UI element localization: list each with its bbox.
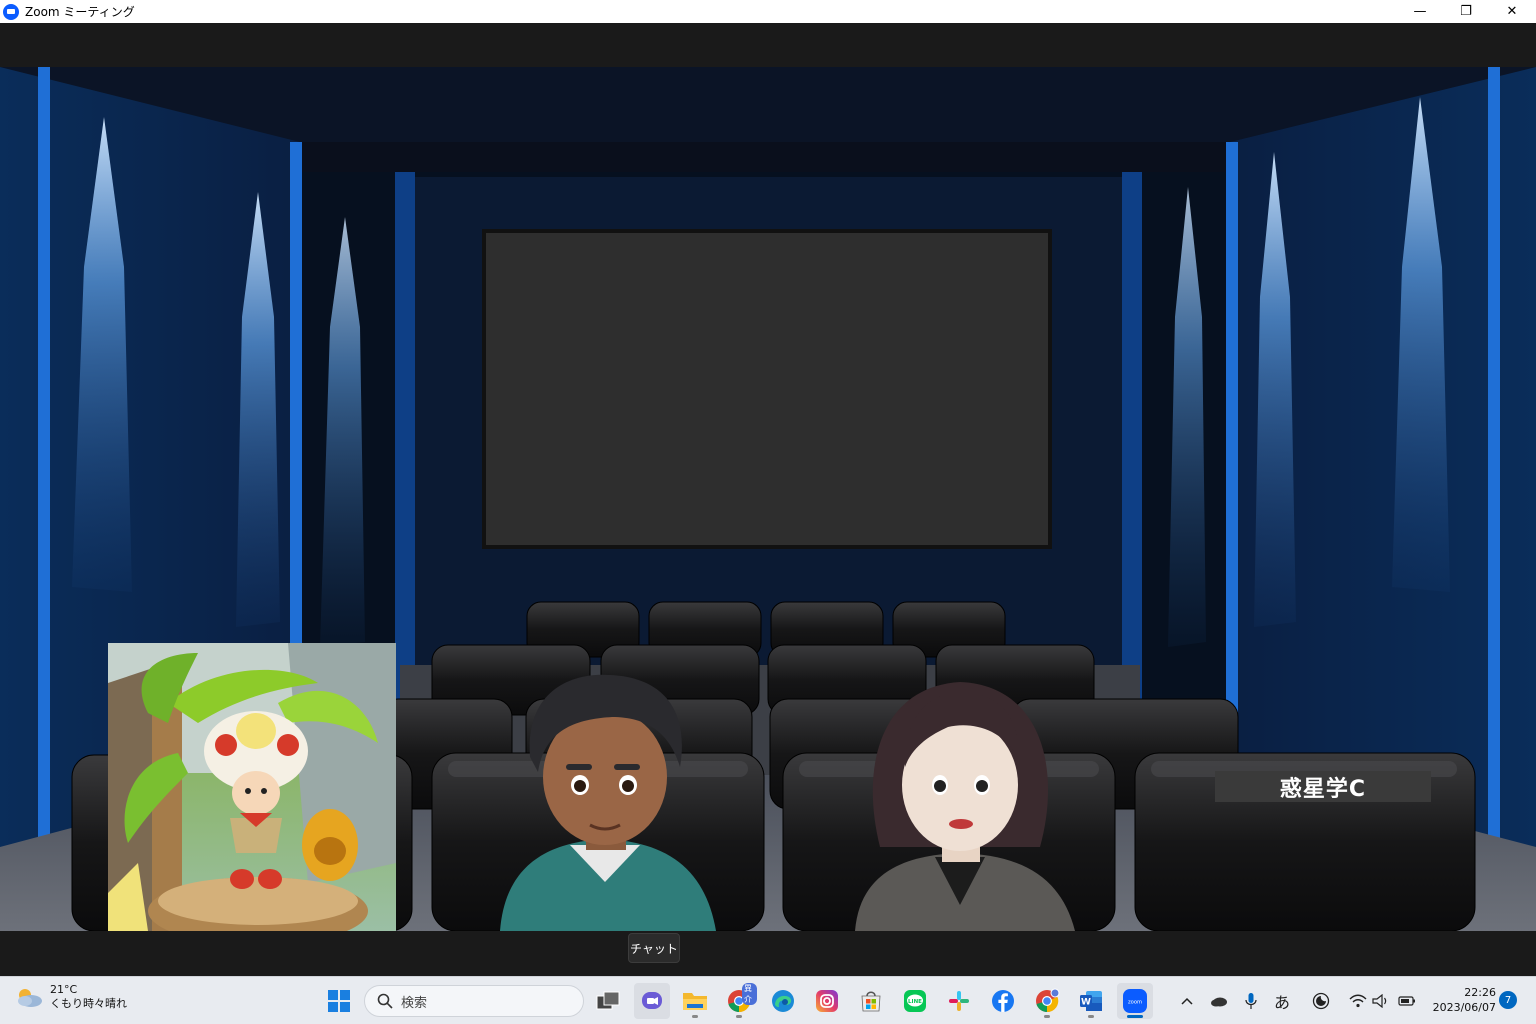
edge-icon [772, 990, 794, 1012]
svg-text:W: W [1081, 998, 1091, 1008]
ime-mode-indicator[interactable]: あ [1270, 989, 1294, 1013]
onedrive-tray[interactable] [1207, 989, 1231, 1013]
moon-clock-icon [1312, 992, 1330, 1010]
taskbar-chrome[interactable]: 異介 [721, 983, 757, 1019]
taskbar-clock[interactable]: 22:26 2023/06/07 [1426, 985, 1496, 1015]
running-indicator [692, 1015, 698, 1018]
windows-logo-icon [328, 990, 350, 1012]
title-bar: Zoom ミーティング — ❐ ✕ [0, 0, 1536, 23]
taskbar-edge[interactable] [765, 983, 801, 1019]
search-placeholder: 検索 [401, 995, 428, 1011]
task-view-button[interactable] [590, 983, 626, 1019]
search-icon [377, 993, 393, 1009]
taskbar-slack[interactable] [941, 983, 977, 1019]
active-indicator [1127, 1015, 1143, 1018]
close-icon: ✕ [1506, 4, 1518, 19]
taskbar-instagram[interactable] [809, 983, 845, 1019]
taskbar-file-explorer[interactable] [677, 983, 713, 1019]
taskbar-chrome-profile[interactable] [1029, 983, 1065, 1019]
taskbar-line[interactable]: LINE [897, 983, 933, 1019]
taskbar-zoom[interactable]: zoom [1117, 983, 1153, 1019]
slack-icon [949, 991, 969, 1011]
meeting-header [0, 23, 1536, 67]
zoom-app-icon [3, 3, 19, 20]
restore-icon: ❐ [1460, 4, 1472, 19]
line-icon: LINE [904, 990, 926, 1012]
participant-video-tile[interactable] [108, 643, 396, 931]
minimize-icon: — [1413, 4, 1427, 19]
taskbar-microsoft-store[interactable] [853, 983, 889, 1019]
taskbar-teams-chat[interactable] [634, 983, 670, 1019]
taskbar-search-box[interactable]: 検索 [364, 985, 584, 1017]
zoom-window: Zoom ミーティング — ❐ ✕ 惑星学C チャット 21°C くもり時々晴れ… [0, 0, 1536, 1024]
clock-time: 22:26 [1464, 986, 1496, 999]
weather-temperature: 21°C [50, 983, 78, 996]
weather-description: くもり時々晴れ [50, 997, 127, 1010]
taskbar-facebook[interactable] [985, 983, 1021, 1019]
running-indicator [1088, 1015, 1094, 1018]
running-indicator [736, 1015, 742, 1018]
teams-chat-icon [642, 992, 662, 1009]
running-indicator [1044, 1015, 1050, 1018]
close-button[interactable]: ✕ [1489, 0, 1535, 23]
focus-tray[interactable] [1309, 989, 1333, 1013]
wifi-icon [1349, 994, 1367, 1008]
clock-date: 2023/06/07 [1432, 1001, 1496, 1014]
word-icon: W [1080, 991, 1102, 1011]
meeting-toolbar [0, 931, 1536, 976]
microphone-icon [1245, 993, 1257, 1009]
microphone-tray[interactable] [1239, 989, 1263, 1013]
chat-tooltip: チャット [628, 933, 680, 963]
taskbar-word[interactable]: W [1073, 983, 1109, 1019]
participant-video-image [108, 643, 396, 931]
start-button[interactable] [321, 983, 357, 1019]
show-hidden-icons-button[interactable] [1175, 989, 1199, 1013]
notification-badge[interactable]: 7 [1499, 991, 1517, 1009]
cloud-sun-icon [14, 986, 44, 1008]
window-title: Zoom ミーティング [25, 5, 135, 19]
onedrive-cloud-icon [1211, 997, 1227, 1007]
folder-icon [683, 993, 707, 1010]
minimize-button[interactable]: — [1397, 0, 1443, 23]
chrome-profile-icon [1036, 988, 1060, 1013]
svg-text:LINE: LINE [908, 999, 922, 1005]
svg-text:zoom: zoom [1128, 1000, 1142, 1006]
windows-taskbar: 21°C くもり時々晴れ 検索 異介 LINE W zoom あ 22:26 2… [0, 976, 1536, 1024]
volume-tray[interactable] [1369, 989, 1393, 1013]
store-icon [861, 991, 881, 1012]
chrome-profile-badge: 異介 [742, 983, 757, 1005]
wifi-tray[interactable] [1346, 989, 1370, 1013]
weather-widget[interactable]: 21°C くもり時々晴れ [14, 983, 127, 1011]
chevron-up-icon [1181, 997, 1193, 1005]
speaker-icon [1372, 994, 1387, 1008]
participant-name-label: 惑星学C [1215, 771, 1431, 802]
task-view-icon [596, 991, 620, 1010]
instagram-icon [816, 990, 838, 1012]
restore-button[interactable]: ❐ [1443, 0, 1489, 23]
facebook-icon [992, 990, 1014, 1012]
zoom-icon: zoom [1123, 989, 1147, 1013]
battery-icon [1398, 996, 1415, 1006]
battery-tray[interactable] [1395, 989, 1419, 1013]
